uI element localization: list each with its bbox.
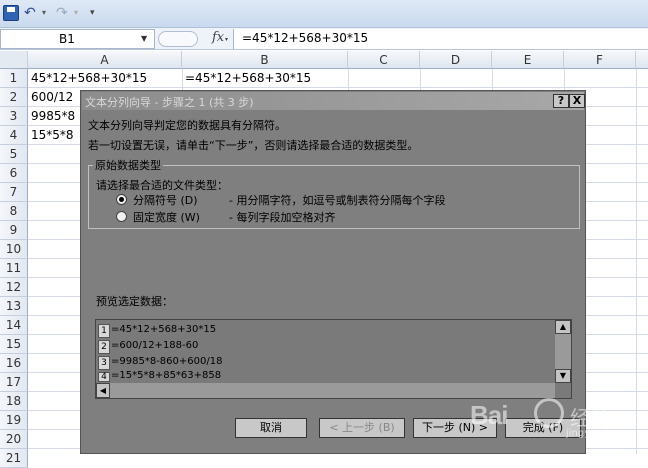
preview-row-text: =15*5*8+85*63+858	[111, 370, 222, 381]
formula-input[interactable]: =45*12+568+30*15	[233, 29, 648, 49]
preview-row-text: =45*12+568+30*15	[111, 324, 217, 335]
delimited-option-label[interactable]: 分隔符号 (D)	[133, 192, 198, 208]
column-header-e[interactable]: E	[492, 51, 564, 69]
watermark-text: Bai	[470, 400, 508, 430]
dialog-titlebar[interactable]: 文本分列向导 - 步骤之 1 (共 3 步) ? X	[82, 92, 585, 110]
dialog-title: 文本分列向导 - 步骤之 1 (共 3 步)	[85, 96, 254, 109]
row-header[interactable]: 9	[0, 221, 28, 240]
data-type-group-label: 原始数据类型	[93, 157, 163, 173]
dialog-instruction-text: 若一切设置无误，请单击“下一步”，否则请选择最合适的数据类型。	[88, 139, 419, 152]
row-header[interactable]: 17	[0, 373, 28, 392]
row-header[interactable]: 3	[0, 107, 28, 126]
help-button[interactable]: ?	[553, 94, 569, 108]
preview-row-number: 3	[98, 356, 110, 370]
row-header[interactable]: 8	[0, 202, 28, 221]
select-all-corner[interactable]	[0, 51, 28, 69]
row-header[interactable]: 10	[0, 240, 28, 259]
column-header-a[interactable]: A	[28, 51, 182, 69]
row-header[interactable]: 6	[0, 164, 28, 183]
baidu-watermark: Bai 经验 jingyan.baidu.com	[470, 392, 648, 442]
save-icon[interactable]	[3, 5, 19, 21]
back-button[interactable]: < 上一步 (B)	[319, 418, 405, 438]
column-header-d[interactable]: D	[420, 51, 492, 69]
delimited-option-description: - 用分隔字符，如逗号或制表符分隔每个字段	[229, 194, 446, 207]
row-header[interactable]: 11	[0, 259, 28, 278]
scroll-left-icon[interactable]: ◀	[96, 383, 110, 398]
fixed-width-option-label[interactable]: 固定宽度 (W)	[133, 209, 200, 225]
undo-dropdown-icon[interactable]: ▾	[42, 5, 46, 21]
scroll-up-icon[interactable]: ▲	[555, 320, 571, 334]
formula-bar-splitter[interactable]	[158, 31, 198, 47]
row-header[interactable]: 19	[0, 411, 28, 430]
cancel-button[interactable]: 取消	[235, 418, 307, 438]
cell-a1[interactable]: 45*12+568+30*15	[28, 69, 182, 88]
function-dropdown-icon: ▾	[225, 36, 229, 43]
cell-a2[interactable]: 600/12	[28, 88, 80, 107]
name-box[interactable]: B1	[0, 29, 155, 49]
watermark-url: jingyan.baidu.com	[566, 428, 648, 439]
row-header[interactable]: 15	[0, 335, 28, 354]
preview-row-text: =600/12+188-60	[111, 340, 199, 351]
undo-icon[interactable]: ↶	[24, 5, 36, 21]
close-button[interactable]: X	[569, 94, 585, 108]
row-header[interactable]: 2	[0, 88, 28, 107]
row-header[interactable]: 14	[0, 316, 28, 335]
row-header[interactable]: 20	[0, 430, 28, 449]
fixed-width-option-description: - 每列字段加空格对齐	[229, 211, 336, 224]
column-header-b[interactable]: B	[182, 51, 348, 69]
name-box-dropdown-icon[interactable]: ▼	[141, 34, 147, 43]
row-header[interactable]: 21	[0, 449, 28, 468]
customize-toolbar-icon[interactable]: ▾	[90, 5, 95, 21]
cell-a3[interactable]: 9985*8	[28, 107, 80, 126]
column-header-g[interactable]	[636, 51, 648, 69]
column-header-f[interactable]: F	[564, 51, 636, 69]
preview-vertical-scrollbar[interactable]: ▲ ▼	[555, 320, 571, 383]
column-header-c[interactable]: C	[348, 51, 420, 69]
fixed-width-radio[interactable]	[116, 211, 127, 222]
row-header[interactable]: 4	[0, 126, 28, 145]
row-header[interactable]: 7	[0, 183, 28, 202]
preview-label: 预览选定数据：	[96, 295, 173, 308]
preview-row-text: =9985*8-860+600/18	[111, 356, 223, 367]
row-header[interactable]: 1	[0, 69, 28, 88]
file-type-label: 请选择最合适的文件类型：	[96, 179, 228, 192]
quick-access-toolbar: ↶ ▾ ↷ ▾ ▾	[0, 0, 648, 28]
watermark-cn-text: 经验	[570, 406, 610, 430]
row-header[interactable]: 18	[0, 392, 28, 411]
insert-function-button[interactable]: fx	[212, 30, 224, 45]
cell-a4[interactable]: 15*5*8	[28, 126, 80, 145]
paw-logo-icon	[534, 398, 564, 428]
preview-row-number: 2	[98, 340, 110, 354]
scroll-down-icon[interactable]: ▼	[555, 369, 571, 383]
row-header[interactable]: 13	[0, 297, 28, 316]
preview-row-number: 1	[98, 324, 110, 338]
cell-b1[interactable]: =45*12+568+30*15	[182, 69, 348, 88]
row-header[interactable]: 5	[0, 145, 28, 164]
row-header[interactable]: 12	[0, 278, 28, 297]
dialog-intro-text: 文本分列向导判定您的数据具有分隔符。	[88, 119, 286, 132]
row-header[interactable]: 16	[0, 354, 28, 373]
redo-icon[interactable]: ↷	[56, 5, 68, 21]
formula-bar: B1 ▼ fx ▾ =45*12+568+30*15	[0, 28, 648, 50]
preview-row-number: 4	[98, 372, 110, 382]
delimited-radio[interactable]	[116, 194, 127, 205]
redo-dropdown-icon[interactable]: ▾	[74, 5, 78, 21]
data-preview[interactable]: 1 =45*12+568+30*15 2 =600/12+188-60 3 =9…	[95, 319, 572, 399]
